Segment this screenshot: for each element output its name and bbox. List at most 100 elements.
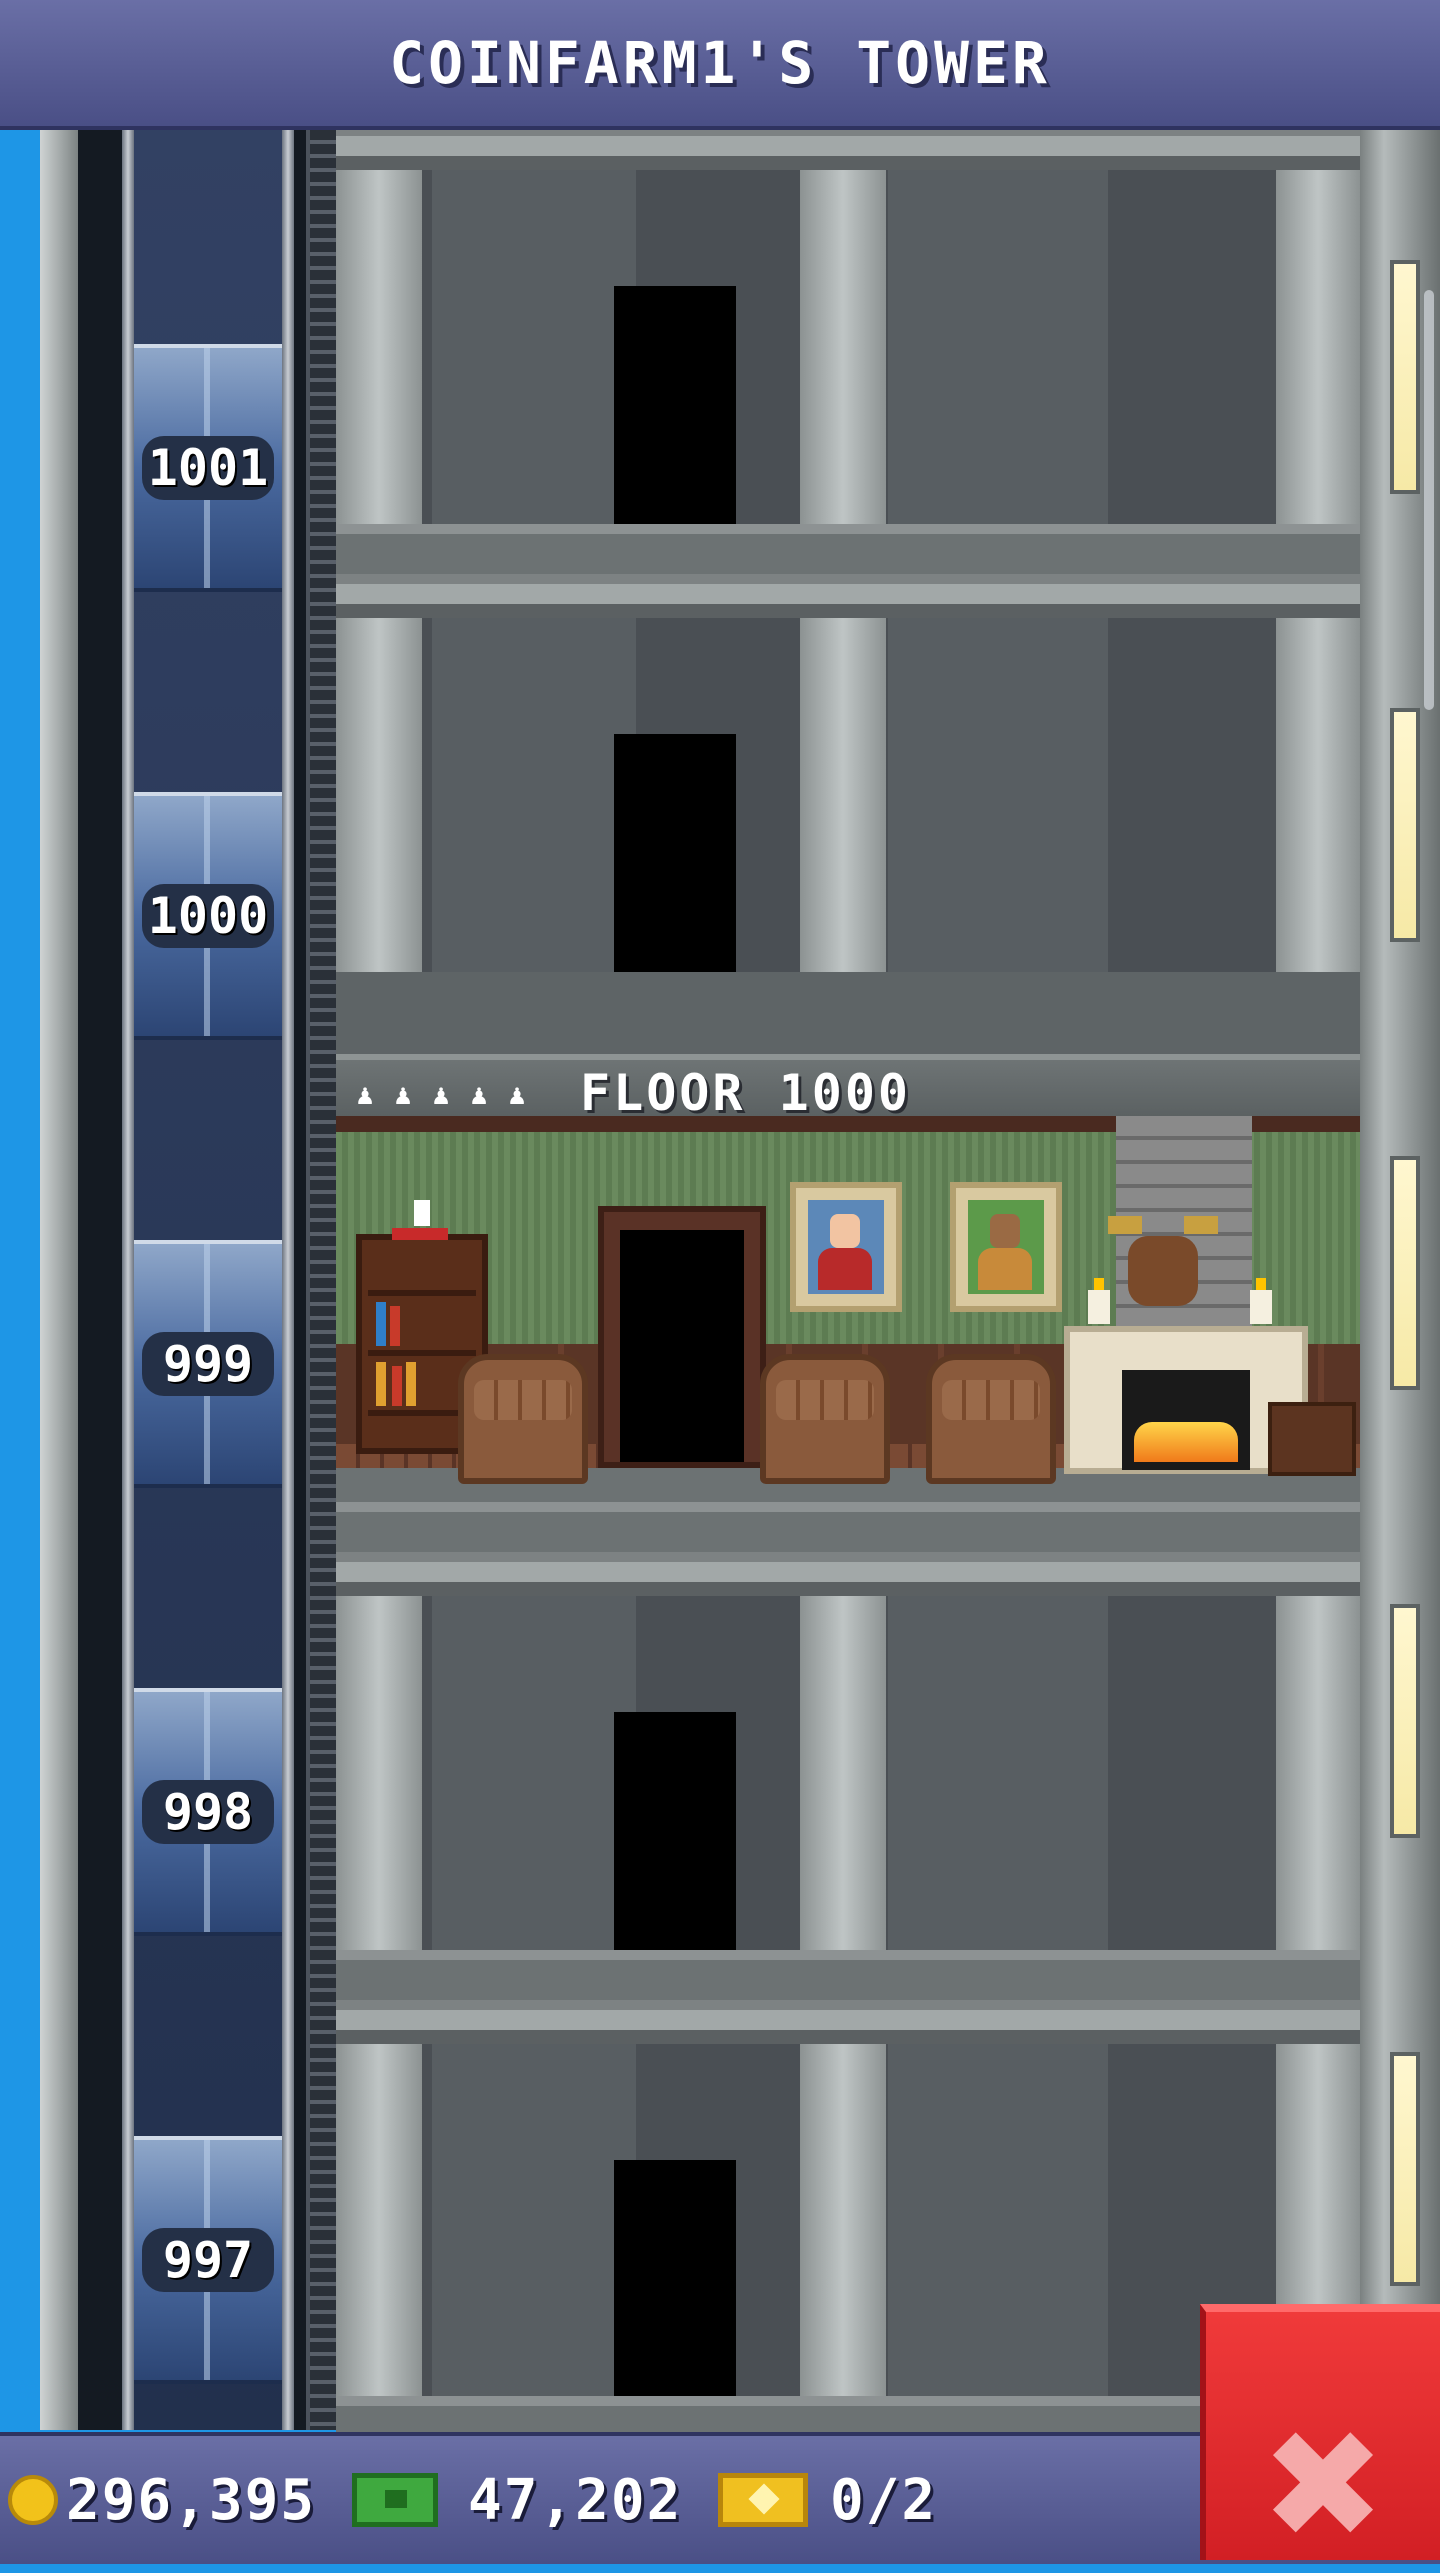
elevator-rail-left [122,130,134,2430]
portrait-body [978,1248,1032,1290]
elevator-stop-997[interactable]: 997 [134,2136,282,2384]
book [392,1366,402,1406]
wall-panel [888,170,1108,524]
shelf [368,1350,476,1356]
doorway [614,734,736,972]
elevator-shaft[interactable]: 1001 1000 999 998 997 [78,130,336,2430]
floor-slab [336,524,1360,618]
tower-floors[interactable]: ♟ ♟ ♟ ♟ ♟ FLOOR 1000 [336,76,1360,2490]
fire [1134,1422,1238,1462]
elevator-floor-label: 1000 [142,884,274,948]
elevator-stop-1000[interactable]: 1000 [134,792,282,1040]
pillar [800,2044,886,2398]
pillar [336,1596,422,1950]
book [406,1362,416,1406]
armchair-icon [926,1354,1056,1484]
pillar [1276,1596,1360,1950]
lounge-door [598,1206,766,1468]
pillar [1276,170,1360,524]
close-icon: ✖ [1260,2399,1386,2573]
portrait-head [830,1214,860,1248]
pillar [800,618,886,972]
bux-icon [352,2473,438,2527]
person-icon: ♟ [394,1078,412,1111]
tower-right-wall [1360,130,1440,2430]
floor-name-label: FLOOR 1000 [580,1064,912,1122]
person-icon: ♟ [470,1078,488,1111]
antler-right [1184,1216,1218,1234]
resident-slots: ♟ ♟ ♟ ♟ ♟ [350,1080,532,1110]
empty-floor-998[interactable] [336,1502,1360,1950]
wall-panel [888,618,1108,972]
elevator-floor-label: 1001 [142,436,274,500]
bux-value: 47,202 [468,2467,683,2533]
top-bar: COINFARM1'S TOWER [0,0,1440,130]
pillar [1276,618,1360,972]
armchair-icon [760,1354,890,1484]
pillar [800,170,886,524]
armchair-icon [458,1354,588,1484]
elevator-column: 1001 1000 999 998 997 [134,130,282,2430]
tower-left-wall [40,130,78,2430]
window-light [1390,260,1420,494]
doorway [614,286,736,524]
scrollbar-thumb[interactable] [1424,290,1434,710]
ship-sail [414,1200,430,1226]
floor-slab [336,1950,1360,2044]
doorway [614,2160,736,2398]
book [390,1306,400,1346]
wall-panel [888,1596,1108,1950]
window-light [1390,1156,1420,1390]
portrait-head [990,1214,1020,1248]
antler-left [1108,1216,1142,1234]
vip-ticket-icon [718,2473,808,2527]
floor-slab [336,1502,1360,1596]
ship-model-icon [386,1194,448,1254]
vip-value: 0/2 [830,2467,938,2533]
candle-icon [1250,1278,1272,1324]
window-light [1390,708,1420,942]
side-table-icon [1268,1402,1356,1476]
window-light [1390,1604,1420,1838]
elevator-rail-right [282,130,294,2430]
elevator-stop-999[interactable]: 999 [134,1240,282,1488]
portrait-icon [950,1182,1062,1312]
person-icon: ♟ [432,1078,450,1111]
pillar [336,618,422,972]
wall-panel [432,170,636,524]
doorway [614,1712,736,1950]
close-button[interactable]: ✖ [1200,2304,1440,2573]
wall-panel [432,2044,636,2398]
bux-counter[interactable]: 47,202 [352,2436,682,2564]
door-opening [620,1230,744,1462]
floor-1000-lounge[interactable]: ♟ ♟ ♟ ♟ ♟ FLOOR 1000 [336,1054,1360,1502]
window-light [1390,2052,1420,2286]
coins-value: 296,395 [66,2467,317,2533]
moose-trophy-icon [1108,1216,1218,1326]
moose-head [1128,1236,1198,1306]
wall-panel [432,618,636,972]
empty-floor-1001[interactable] [336,76,1360,524]
ship-hull [392,1228,448,1240]
candle-icon [1088,1278,1110,1324]
empty-floor-upper[interactable] [336,524,1360,972]
vip-counter[interactable]: 0/2 [718,2436,937,2564]
pillar [800,1596,886,1950]
person-icon: ♟ [356,1078,374,1111]
elevator-floor-label: 997 [142,2228,274,2292]
wall-panel [432,1596,636,1950]
elevator-stop-998[interactable]: 998 [134,1688,282,1936]
sky [0,130,40,2430]
elevator-floor-label: 999 [142,1332,274,1396]
portrait-body [818,1248,872,1290]
elevator-stop-1001[interactable]: 1001 [134,344,282,592]
coins-counter: 296,395 [8,2436,316,2564]
portrait-icon [790,1182,902,1312]
person-icon: ♟ [508,1078,526,1111]
wall-panel [888,2044,1108,2398]
pillar [336,170,422,524]
pillar [336,2044,422,2398]
book [376,1302,386,1346]
coin-icon [8,2475,58,2525]
book [376,1362,386,1406]
